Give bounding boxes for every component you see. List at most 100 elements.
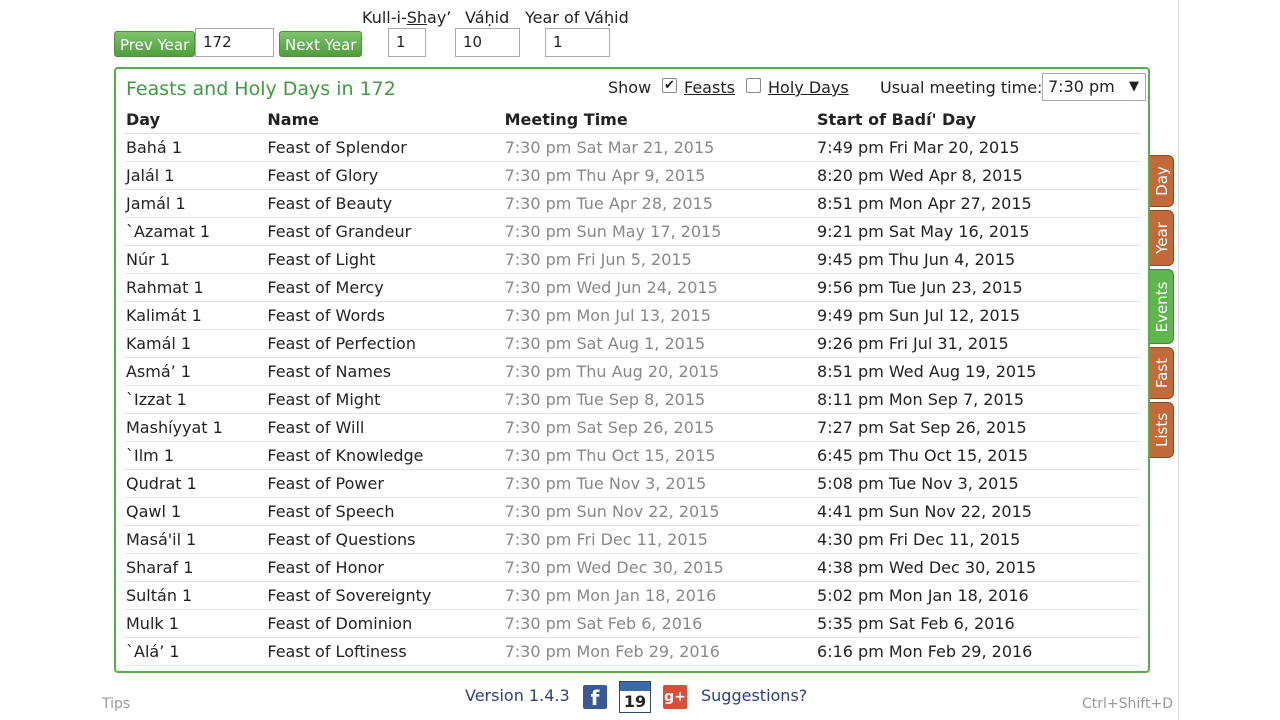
cell-start-of-day: 7:27 pm Sat Sep 26, 2015 [815,413,1140,442]
cell-meeting-time: 7:30 pm Sun May 17, 2015 [502,217,816,246]
cell-day: Núr 1 [124,245,266,274]
table-header-row: Day Name Meeting Time Start of Badí' Day [124,105,1140,134]
prev-year-button[interactable]: Prev Year [114,31,196,57]
cell-name: Feast of Splendor [265,133,503,162]
cell-name: Feast of Might [265,385,503,414]
table-row: Mashíyyat 1 Feast of Will 7:30 pm Sat Sep … [124,413,1140,442]
holy-days-checkbox[interactable] [746,78,761,93]
cell-start-of-day: 6:16 pm Mon Feb 29, 2016 [815,637,1140,666]
tab-events-label: Events [1152,281,1171,332]
cell-name: Feast of Grandeur [265,217,503,246]
holy-days-checkbox-label[interactable]: Holy Days [768,78,849,97]
cell-start-of-day: 9:21 pm Sat May 16, 2015 [815,217,1140,246]
cell-name: Feast of Loftiness [265,637,503,666]
tips-link[interactable]: Tips [102,696,130,712]
cell-day: Qawl 1 [124,497,266,526]
cell-name: Feast of Dominion [265,609,503,638]
table-row: Mulk 1 Feast of Dominion 7:30 pm Sat Feb 6… [124,609,1140,638]
year-of-vahid-label: Year of Váḥid [525,8,629,27]
cell-meeting-time: 7:30 pm Sat Aug 1, 2015 [502,329,816,358]
cell-meeting-time: 7:30 pm Fri Jun 5, 2015 [502,245,816,274]
table-row: Asmá’ 1 Feast of Names 7:30 pm Thu Aug 20,… [124,357,1140,386]
feasts-checkbox[interactable]: ✔ [662,78,677,93]
cell-start-of-day: 9:49 pm Sun Jul 12, 2015 [815,301,1140,330]
cell-name: Feast of Power [265,469,503,498]
cell-name: Feast of Will [265,413,503,442]
table-row: Bahá 1 Feast of Splendor 7:30 pm Sat Mar 2… [124,133,1140,162]
column-header-meeting-time: Meeting Time [502,105,816,134]
cell-meeting-time: 7:30 pm Mon Jul 13, 2015 [502,301,816,330]
table-row: Sultán 1 Feast of Sovereignty 7:30 pm Mon … [124,581,1140,610]
calendar-icon[interactable]: 19 [619,681,651,713]
year-of-vahid-input[interactable]: 1 [545,28,610,57]
keyboard-shortcut-hint: Ctrl+Shift+D [1082,696,1173,712]
suggestions-link[interactable]: Suggestions? [701,686,807,705]
panel-title: Feasts and Holy Days in 172 [126,78,396,100]
cell-meeting-time: 7:30 pm Tue Sep 8, 2015 [502,385,816,414]
page-right-divider [1178,0,1179,720]
cell-start-of-day: 7:49 pm Fri Mar 20, 2015 [815,133,1140,162]
cell-day: Rahmat 1 [124,273,266,302]
dropdown-arrow-icon: ▼ [1129,79,1139,94]
cell-name: Feast of Honor [265,553,503,582]
cell-name: Feast of Mercy [265,273,503,302]
cell-start-of-day: 6:45 pm Thu Oct 15, 2015 [815,441,1140,470]
cell-day: `Izzat 1 [124,385,266,414]
tab-lists[interactable]: Lists [1150,402,1174,458]
year-input[interactable]: 172 [195,28,274,57]
cell-name: Feast of Beauty [265,189,503,218]
cell-day: Kamál 1 [124,329,266,358]
cell-meeting-time: 7:30 pm Fri Dec 11, 2015 [502,525,816,554]
cell-day: Sultán 1 [124,581,266,610]
table-row: Qudrat 1 Feast of Power 7:30 pm Tue Nov 3,… [124,469,1140,498]
cell-start-of-day: 9:26 pm Fri Jul 31, 2015 [815,329,1140,358]
cell-name: Feast of Names [265,357,503,386]
cell-day: Mashíyyat 1 [124,413,266,442]
show-label: Show [608,78,652,97]
table-row: Jalál 1 Feast of Glory 7:30 pm Thu Apr 9, … [124,161,1140,190]
cell-day: Sharaf 1 [124,553,266,582]
vahid-input[interactable]: 10 [455,28,520,57]
feasts-checkbox-label[interactable]: Feasts [684,78,735,97]
cell-start-of-day: 4:41 pm Sun Nov 22, 2015 [815,497,1140,526]
cell-day: Masá'il 1 [124,525,266,554]
cell-day: Kalimát 1 [124,301,266,330]
cell-name: Feast of Questions [265,525,503,554]
column-header-start-of-day: Start of Badí' Day [815,105,1140,134]
tab-events[interactable]: Events [1150,269,1174,344]
cell-day: Bahá 1 [124,133,266,162]
tab-lists-label: Lists [1152,412,1171,448]
tab-year-label: Year [1152,222,1171,254]
feasts-table: Day Name Meeting Time Start of Badí' Day… [124,105,1140,666]
table-row: Masá'il 1 Feast of Questions 7:30 pm Fri D… [124,525,1140,554]
kulli-shay-input[interactable]: 1 [388,28,426,57]
meeting-time-value: 7:30 pm [1048,77,1115,96]
cell-start-of-day: 5:35 pm Sat Feb 6, 2016 [815,609,1140,638]
tab-fast-label: Fast [1152,357,1171,389]
cell-meeting-time: 7:30 pm Mon Feb 29, 2016 [502,637,816,666]
cell-start-of-day: 8:51 pm Mon Apr 27, 2015 [815,189,1140,218]
tab-day-label: Day [1152,166,1171,196]
table-row: `Alá’ 1 Feast of Loftiness 7:30 pm Mon Feb… [124,637,1140,666]
cell-start-of-day: 8:11 pm Mon Sep 7, 2015 [815,385,1140,414]
tab-fast[interactable]: Fast [1150,347,1174,399]
tab-day[interactable]: Day [1150,155,1174,207]
cell-name: Feast of Light [265,245,503,274]
cell-day: `Ilm 1 [124,441,266,470]
cell-meeting-time: 7:30 pm Thu Apr 9, 2015 [502,161,816,190]
next-year-button[interactable]: Next Year [279,31,363,57]
tab-year[interactable]: Year [1150,210,1174,266]
facebook-icon[interactable]: f [583,685,607,710]
meeting-time-select[interactable]: 7:30 pm ▼ [1042,73,1146,101]
cell-day: Jamál 1 [124,189,266,218]
cell-start-of-day: 9:45 pm Thu Jun 4, 2015 [815,245,1140,274]
cell-meeting-time: 7:30 pm Sat Sep 26, 2015 [502,413,816,442]
cell-start-of-day: 5:08 pm Tue Nov 3, 2015 [815,469,1140,498]
cell-name: Feast of Knowledge [265,441,503,470]
cell-start-of-day: 8:20 pm Wed Apr 8, 2015 [815,161,1140,190]
google-plus-icon[interactable]: g+ [663,685,687,709]
cell-day: Jalál 1 [124,161,266,190]
version-text: Version 1.4.3 [465,686,570,705]
table-row: Kalimát 1 Feast of Words 7:30 pm Mon Jul 1… [124,301,1140,330]
cell-start-of-day: 8:51 pm Wed Aug 19, 2015 [815,357,1140,386]
